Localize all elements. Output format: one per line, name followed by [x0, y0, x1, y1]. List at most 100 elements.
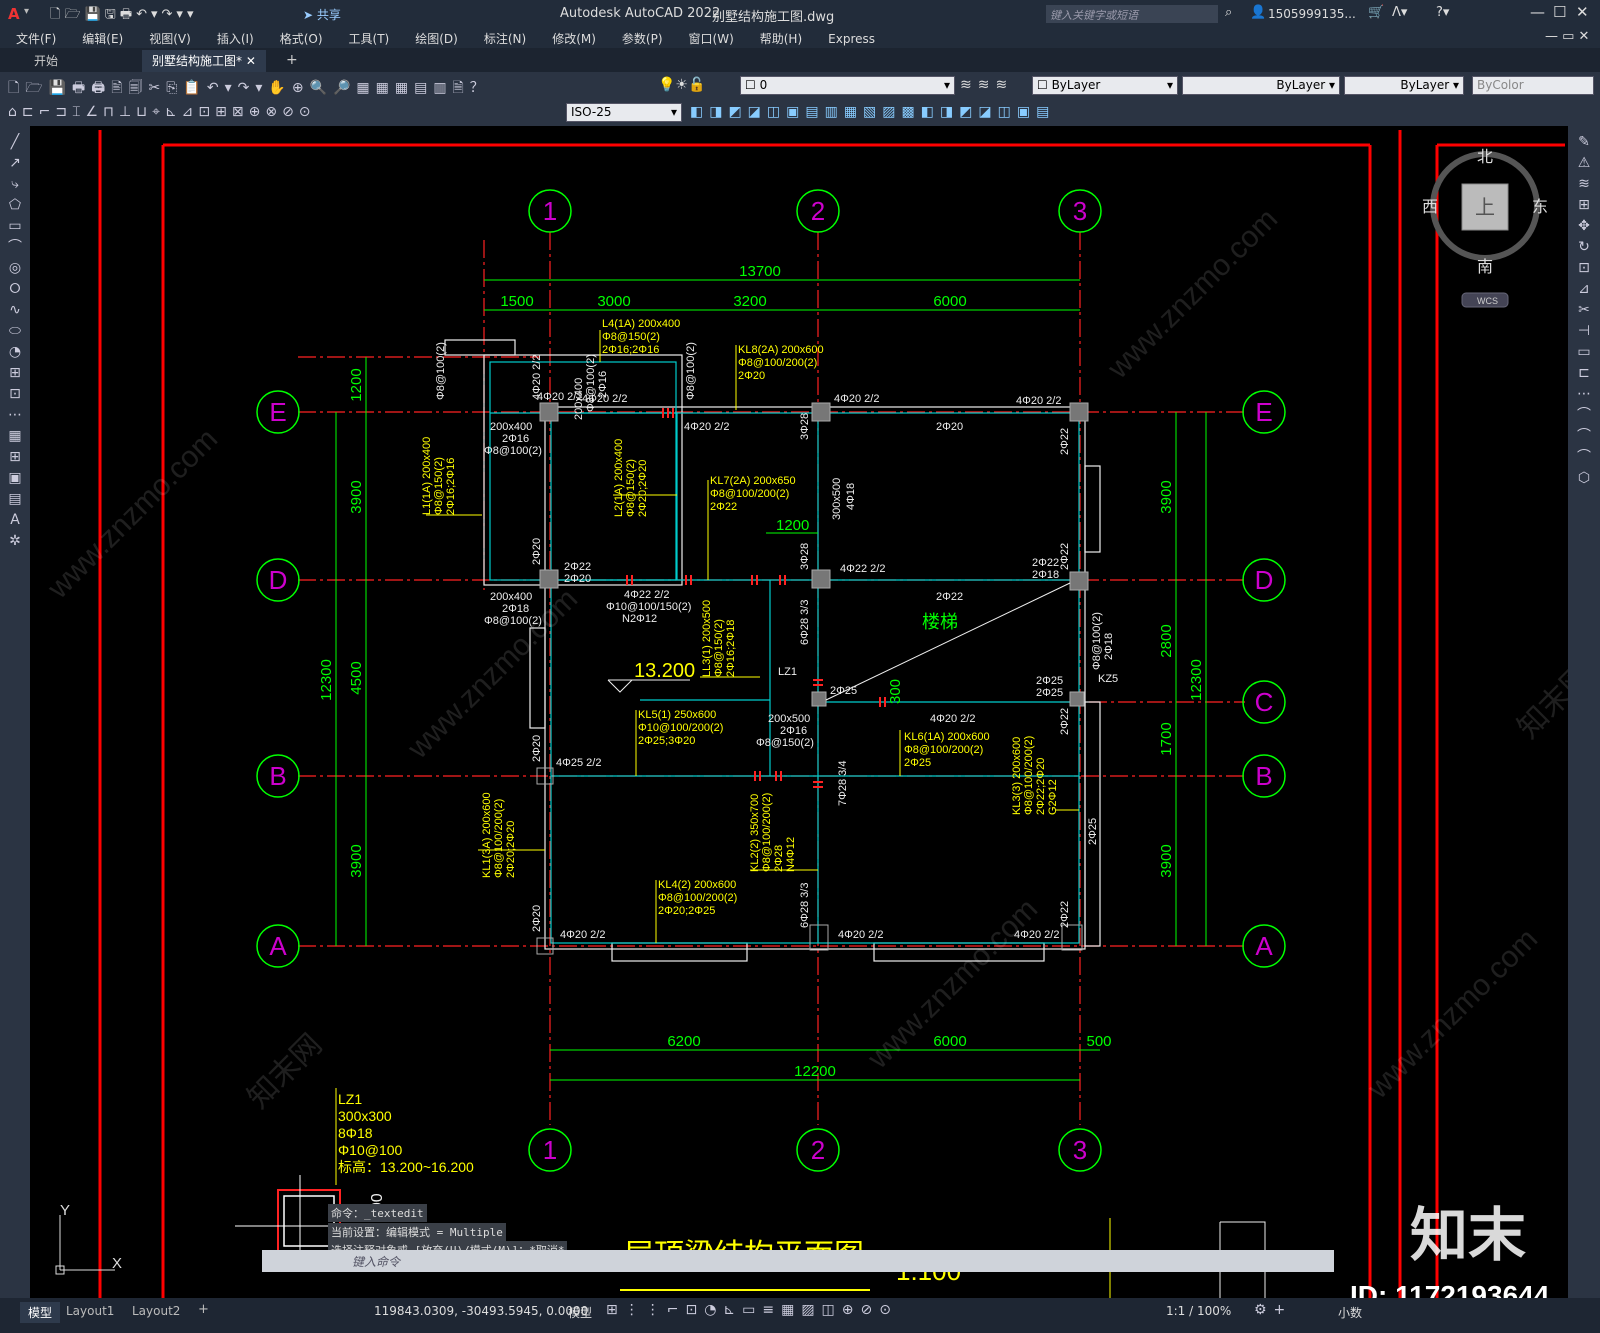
axis-label-D: D — [269, 565, 288, 595]
layer-tools[interactable]: ≋≋≋ — [960, 77, 1013, 93]
viewcube-east[interactable]: 东 — [1532, 198, 1548, 216]
menu-item[interactable]: 修改(M) — [552, 32, 596, 46]
linetype-dropdown[interactable]: ByLayer ▾ — [1182, 76, 1340, 95]
dimension-tools[interactable]: ⌂⊏⌐⊐⌶∠⊓⊥⊔⌖⊾⊿⊡⊞⊠⊕⊗⊘⊙ — [8, 104, 316, 120]
user-name[interactable]: 1505999135... — [1268, 7, 1356, 21]
menu-item[interactable]: Express — [828, 32, 875, 46]
tab-start[interactable]: 开始 — [24, 50, 68, 74]
menu-item[interactable]: 编辑(E) — [82, 32, 123, 46]
dim-bottom-total: 12200 — [794, 1063, 836, 1080]
close-tab-icon[interactable]: ✕ — [246, 54, 256, 68]
share-button[interactable]: ➤ 共享 — [303, 6, 341, 23]
color-dropdown[interactable]: ☐ ByLayer ▾ — [1032, 76, 1178, 95]
viewcube-west[interactable]: 西 — [1422, 199, 1438, 216]
color-value: ByLayer — [1051, 78, 1101, 92]
linetype-value: ByLayer — [1276, 78, 1326, 92]
doc-window-controls[interactable]: — ▭ ✕ — [1545, 29, 1589, 44]
status-toggles[interactable]: ⊞⋮⋮⌐⊡◔⊾▭≡▦▨◫⊕⊘⊙ — [606, 1302, 898, 1318]
viewcube-south[interactable]: 南 — [1477, 258, 1493, 276]
menu-item[interactable]: 插入(I) — [217, 32, 254, 46]
chevron-down-icon: ▾ — [1166, 78, 1173, 92]
menu-item[interactable]: 帮助(H) — [760, 32, 802, 46]
drawing-canvas[interactable]: 1 2 3 1 2 3 E D B A E D C B A 13700 1500… — [30, 126, 1568, 1298]
dim-top-seg: 3000 — [597, 293, 630, 310]
app-title: Autodesk AutoCAD 2022 — [560, 6, 721, 21]
add-layout-icon[interactable]: + — [198, 1302, 209, 1317]
beam-note-L2: L2(1A) 200x400Φ8@150(2)2Φ20;2Φ20 — [613, 439, 649, 517]
plotstyle-dropdown[interactable]: ByColor — [1472, 76, 1594, 95]
minimize-icon[interactable]: — — [1530, 3, 1545, 21]
dimension-texts: 13700 1500 3000 3200 6000 6200 6000 500 … — [318, 263, 1205, 1080]
rebar-label: 2Φ20 — [936, 421, 963, 433]
maximize-icon[interactable]: ☐ — [1553, 3, 1566, 21]
watermark-text: www.znzmo.com — [401, 582, 584, 765]
autodesk-account-icon[interactable]: Ʌ▾ — [1392, 5, 1407, 20]
axis-label-1-bottom: 1 — [543, 1135, 557, 1165]
dimstyle-dropdown[interactable]: ISO-25 ▾ — [566, 103, 682, 122]
menu-item[interactable]: 绘图(D) — [415, 32, 458, 46]
rebar-label: 300x500 — [831, 478, 843, 520]
stair-label: 楼梯 — [922, 612, 958, 632]
rebar-label: 2Φ22 — [1059, 428, 1071, 455]
beam-note-LL3: LL3(1) 200x500Φ8@150(2)2Φ16;2Φ18 — [701, 600, 737, 677]
file-tab-bar: 开始 别墅结构施工图* ✕ + — [0, 48, 1600, 74]
modify-tools-side[interactable]: ✎ ⚠ ≋ ⊞ ✥ ↻ ⊡ ⊿ ✂ ⊣ ▭ ⊏ ⋯ ⌒ ⌒ ⌒ ⬡ — [1568, 126, 1600, 489]
beam-note-L4: L4(1A) 200x400 Φ8@150(2) 2Φ16;2Φ16 — [602, 318, 680, 356]
menu-item[interactable]: 工具(T) — [349, 32, 390, 46]
app-menu-dropdown-icon[interactable]: ▾ — [24, 6, 29, 17]
rebar-label: 2Φ18 — [1032, 569, 1059, 581]
modify-tools[interactable]: ◧◨◩◪◫▣▤▥▦▧▨▩◧◨◩◪◫▣▤ — [690, 104, 1055, 120]
axis-label-E: E — [269, 397, 286, 427]
axis-label-D-right: D — [1255, 565, 1274, 595]
command-input[interactable]: 键入命令 — [262, 1250, 1334, 1272]
layer-state-icons[interactable]: 💡☀🔓 — [658, 77, 705, 93]
watermark-brand: 知末 — [1410, 1203, 1526, 1268]
menu-item[interactable]: 标注(N) — [484, 32, 526, 46]
menu-item[interactable]: 视图(V) — [149, 32, 191, 46]
lineweight-dropdown[interactable]: ByLayer ▾ — [1344, 76, 1464, 95]
menu-item[interactable]: 文件(F) — [16, 32, 56, 46]
rebar-label: 4Φ20 2/2 — [834, 393, 879, 405]
beam-note-KL1: KL1(3A) 200x600Φ8@100/200(2)2Φ20;2Φ20 — [481, 792, 517, 878]
close-icon[interactable]: ✕ — [1576, 3, 1589, 21]
layer-dropdown[interactable]: ☐ 0 ▾ — [740, 76, 955, 95]
rebar-label: 2Φ25 — [830, 685, 857, 697]
annotation-scale[interactable]: 1:1 / 100% — [1166, 1304, 1231, 1318]
watermark-text: www.znzmo.com — [1101, 202, 1284, 385]
workspace-icons[interactable]: ⚙+ — [1254, 1302, 1292, 1318]
chevron-down-icon: ▾ — [943, 78, 950, 92]
dim-right-seg: 3900 — [1158, 844, 1175, 877]
menu-item[interactable]: 参数(P) — [622, 32, 663, 46]
search-icon[interactable]: ⌕ — [1225, 5, 1232, 20]
user-icon[interactable]: 👤 — [1250, 5, 1266, 20]
rebar-label: 2Φ20 — [531, 905, 543, 932]
wcs-label[interactable]: WCS — [1477, 296, 1498, 306]
draw-tools[interactable]: ╱ ↗ ⤷ ⬠ ▭ ⌒ ◎ ⭘ ∿ ⬭ ◔ ⊞ ⊡ ⋯ ▦ ⊞ ▣ ▤ A ✲ — [0, 126, 30, 552]
rebar-label: Φ8@100(2) — [484, 445, 542, 457]
draw-palette: ╱ ↗ ⤷ ⬠ ▭ ⌒ ◎ ⭘ ∿ ⬭ ◔ ⊞ ⊡ ⋯ ▦ ⊞ ▣ ▤ A ✲ — [0, 126, 30, 1298]
viewcube-top[interactable]: 上 — [1475, 196, 1495, 219]
tab-layout1[interactable]: Layout1 — [66, 1304, 114, 1318]
new-tab-icon[interactable]: + — [276, 50, 308, 74]
menu-item[interactable]: 窗口(W) — [689, 32, 734, 46]
viewcube[interactable]: 上 北 南 西 东 WCS — [1422, 148, 1548, 308]
rebar-label: 2Φ16 — [597, 371, 609, 398]
axis-label-C-right: C — [1255, 687, 1274, 717]
menu-item[interactable]: 格式(O) — [280, 32, 323, 46]
standard-tools[interactable]: 🗋🗁💾🖶🖨🖹🗐✂⎘📋↶▾↷▾✋⊕🔍🔎▦▦▦▤▥🗎？ — [8, 77, 490, 101]
viewcube-north[interactable]: 北 — [1477, 148, 1493, 166]
model-space-toggle[interactable]: 模型 — [568, 1304, 592, 1321]
autocad-logo-icon[interactable]: A — [8, 5, 20, 23]
help-icon[interactable]: ?▾ — [1436, 5, 1449, 20]
chevron-down-icon: ▾ — [670, 105, 677, 119]
tab-model[interactable]: 模型 — [20, 1302, 61, 1323]
quick-access-toolbar[interactable]: 🗋🗁💾🖫🖶↶▾↷▾▾ — [50, 5, 197, 27]
dimstyle-value: ISO-25 — [571, 105, 612, 119]
rebar-label: 7Φ28 3/4 — [837, 761, 849, 806]
rebar-label: 2Φ20 — [531, 735, 543, 762]
cart-icon[interactable]: 🛒 — [1368, 5, 1384, 20]
search-input[interactable]: 键入关键字或短语 — [1046, 5, 1218, 23]
tab-layout2[interactable]: Layout2 — [132, 1304, 180, 1318]
tab-drawing[interactable]: 别墅结构施工图* ✕ — [142, 50, 266, 74]
units-display[interactable]: 小数 — [1338, 1304, 1362, 1321]
